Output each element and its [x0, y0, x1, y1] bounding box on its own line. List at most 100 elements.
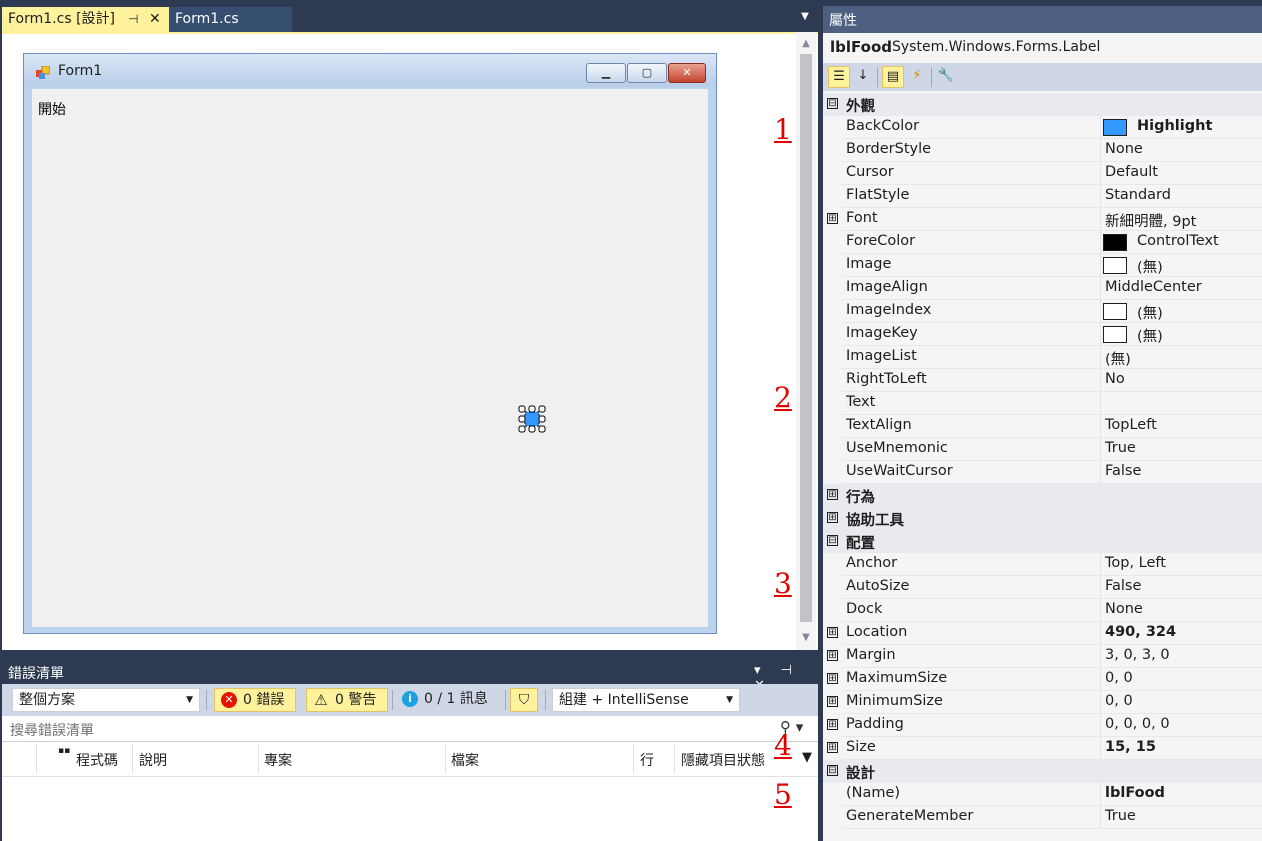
property-pages-wrench-icon[interactable]: 🔧 [935, 66, 957, 88]
property-category[interactable]: ⊟ 配置 [823, 530, 1262, 553]
property-row[interactable]: UseMnemonic True [823, 438, 1262, 461]
error-search-box[interactable]: 搜尋錯誤清單 ⚲ ▾ [2, 716, 818, 742]
property-row[interactable]: Image (無) [823, 254, 1262, 277]
messages-filter-button[interactable]: i 0 / 1 訊息 [396, 688, 502, 712]
property-row[interactable]: ⊞ Location 490, 324 [823, 622, 1262, 645]
property-category[interactable]: ⊟ 外觀 [823, 93, 1262, 116]
property-row[interactable]: ImageList (無) [823, 346, 1262, 369]
collapse-icon[interactable]: ⊟ [827, 765, 838, 776]
column-filter-icon[interactable]: ▼ [802, 750, 812, 765]
build-source-dropdown[interactable]: 組建 + IntelliSense ▼ [552, 688, 740, 712]
column-header-code[interactable]: 程式碼 [76, 750, 118, 770]
tab-form1-designer[interactable]: Form1.cs [設計] ⊣ ✕ [2, 7, 169, 32]
start-label[interactable]: 開始 [38, 99, 66, 119]
column-header-description[interactable]: 說明 [139, 750, 167, 770]
scope-dropdown[interactable]: 整個方案 ▼ [12, 688, 200, 712]
form-client-area[interactable]: 開始 [32, 89, 708, 627]
designer-vertical-scrollbar[interactable]: ▲ ▼ [796, 32, 816, 650]
expand-icon[interactable]: ⊞ [827, 742, 838, 753]
property-value[interactable]: None [1105, 601, 1143, 617]
property-value[interactable]: (無) [1137, 302, 1163, 323]
property-category[interactable]: ⊟ 設計 [823, 760, 1262, 783]
property-row[interactable]: UseWaitCursor False [823, 461, 1262, 484]
column-header-project[interactable]: 專案 [264, 750, 292, 770]
column-header-suppression-state[interactable]: 隱藏項目狀態 [681, 750, 765, 770]
property-row[interactable]: FlatStyle Standard [823, 185, 1262, 208]
property-row[interactable]: ⊞ Size 15, 15 [823, 737, 1262, 760]
property-value[interactable]: 490, 324 [1105, 624, 1176, 640]
property-value[interactable]: (無) [1137, 256, 1163, 277]
selected-label-handles[interactable] [518, 405, 546, 433]
property-row[interactable]: ForeColor ControlText [823, 231, 1262, 254]
maximize-button[interactable]: ▢ [627, 63, 667, 83]
expand-icon[interactable]: ⊞ [827, 696, 838, 707]
property-value[interactable]: True [1105, 808, 1136, 824]
property-row[interactable]: (Name) lblFood [823, 783, 1262, 806]
scrollbar-thumb[interactable] [800, 54, 812, 622]
property-row[interactable]: Text [823, 392, 1262, 415]
scroll-down-icon[interactable]: ▼ [798, 632, 814, 643]
property-row[interactable]: ⊞ Margin 3, 0, 3, 0 [823, 645, 1262, 668]
property-value[interactable]: 0, 0 [1105, 693, 1133, 709]
property-value[interactable]: MiddleCenter [1105, 279, 1202, 295]
property-row[interactable]: Dock None [823, 599, 1262, 622]
property-value[interactable]: 新細明體, 9pt [1105, 210, 1196, 231]
property-row[interactable]: GenerateMember True [823, 806, 1262, 829]
property-row[interactable]: BackColor Highlight [823, 116, 1262, 139]
alphabetical-sort-icon[interactable]: ↓ [852, 66, 874, 88]
pin-icon[interactable]: ⊣ [128, 7, 138, 32]
property-row[interactable]: AutoSize False [823, 576, 1262, 599]
property-category[interactable]: ⊞ 協助工具 [823, 507, 1262, 530]
close-icon[interactable]: ✕ [149, 7, 161, 32]
property-value[interactable]: No [1105, 371, 1125, 387]
properties-view-icon[interactable]: ▤ [882, 66, 904, 88]
tab-form1-code[interactable]: Form1.cs [169, 7, 292, 32]
property-row[interactable]: ⊞ Padding 0, 0, 0, 0 [823, 714, 1262, 737]
events-lightning-icon[interactable]: ⚡ [906, 66, 928, 88]
form-window-preview[interactable]: Form1 ▁ ▢ ✕ 開始 [23, 53, 717, 634]
expand-icon[interactable]: ⊞ [827, 627, 838, 638]
property-value[interactable]: 0, 0 [1105, 670, 1133, 686]
property-row[interactable]: RightToLeft No [823, 369, 1262, 392]
expand-icon[interactable]: ⊞ [827, 673, 838, 684]
tab-list-dropdown-icon[interactable]: ▼ [798, 10, 812, 24]
categorized-view-icon[interactable]: ☰ [828, 66, 850, 88]
property-row[interactable]: ImageAlign MiddleCenter [823, 277, 1262, 300]
property-row[interactable]: TextAlign TopLeft [823, 415, 1262, 438]
property-value[interactable]: None [1105, 141, 1143, 157]
property-value[interactable]: 0, 0, 0, 0 [1105, 716, 1170, 732]
errors-filter-button[interactable]: ✕ 0 錯誤 [214, 688, 296, 712]
expand-icon[interactable]: ⊞ [827, 650, 838, 661]
object-selector[interactable]: lblFood System.Windows.Forms.Label [823, 33, 1262, 63]
filter-icon[interactable]: ⛉ [510, 688, 538, 712]
minimize-button[interactable]: ▁ [586, 63, 626, 83]
property-value[interactable]: TopLeft [1105, 417, 1157, 433]
property-row[interactable]: ImageKey (無) [823, 323, 1262, 346]
property-value[interactable]: False [1105, 463, 1141, 479]
property-row[interactable]: ⊞ MaximumSize 0, 0 [823, 668, 1262, 691]
column-header-file[interactable]: 檔案 [451, 750, 479, 770]
property-value[interactable]: Default [1105, 164, 1158, 180]
expand-icon[interactable]: ⊞ [827, 489, 838, 500]
property-value[interactable]: lblFood [1105, 785, 1165, 801]
property-row[interactable]: Anchor Top, Left [823, 553, 1262, 576]
property-row[interactable]: ImageIndex (無) [823, 300, 1262, 323]
close-button[interactable]: ✕ [668, 63, 706, 83]
property-value[interactable]: 3, 0, 3, 0 [1105, 647, 1170, 663]
property-value[interactable]: False [1105, 578, 1141, 594]
expand-icon[interactable]: ⊞ [827, 512, 838, 523]
property-value[interactable]: ControlText [1137, 233, 1219, 249]
scroll-up-icon[interactable]: ▲ [798, 38, 814, 49]
column-header-line[interactable]: 行 [640, 750, 654, 770]
warnings-filter-button[interactable]: ⚠ 0 警告 [306, 688, 388, 712]
property-value[interactable]: 15, 15 [1105, 739, 1156, 755]
expand-icon[interactable]: ⊞ [827, 719, 838, 730]
collapse-icon[interactable]: ⊟ [827, 98, 838, 109]
form-titlebar[interactable]: Form1 ▁ ▢ ✕ [24, 54, 716, 87]
property-row[interactable]: BorderStyle None [823, 139, 1262, 162]
property-row[interactable]: ⊞ Font 新細明體, 9pt [823, 208, 1262, 231]
property-value[interactable]: Highlight [1137, 118, 1212, 134]
property-row[interactable]: ⊞ MinimumSize 0, 0 [823, 691, 1262, 714]
property-value[interactable]: True [1105, 440, 1136, 456]
property-value[interactable]: Standard [1105, 187, 1171, 203]
